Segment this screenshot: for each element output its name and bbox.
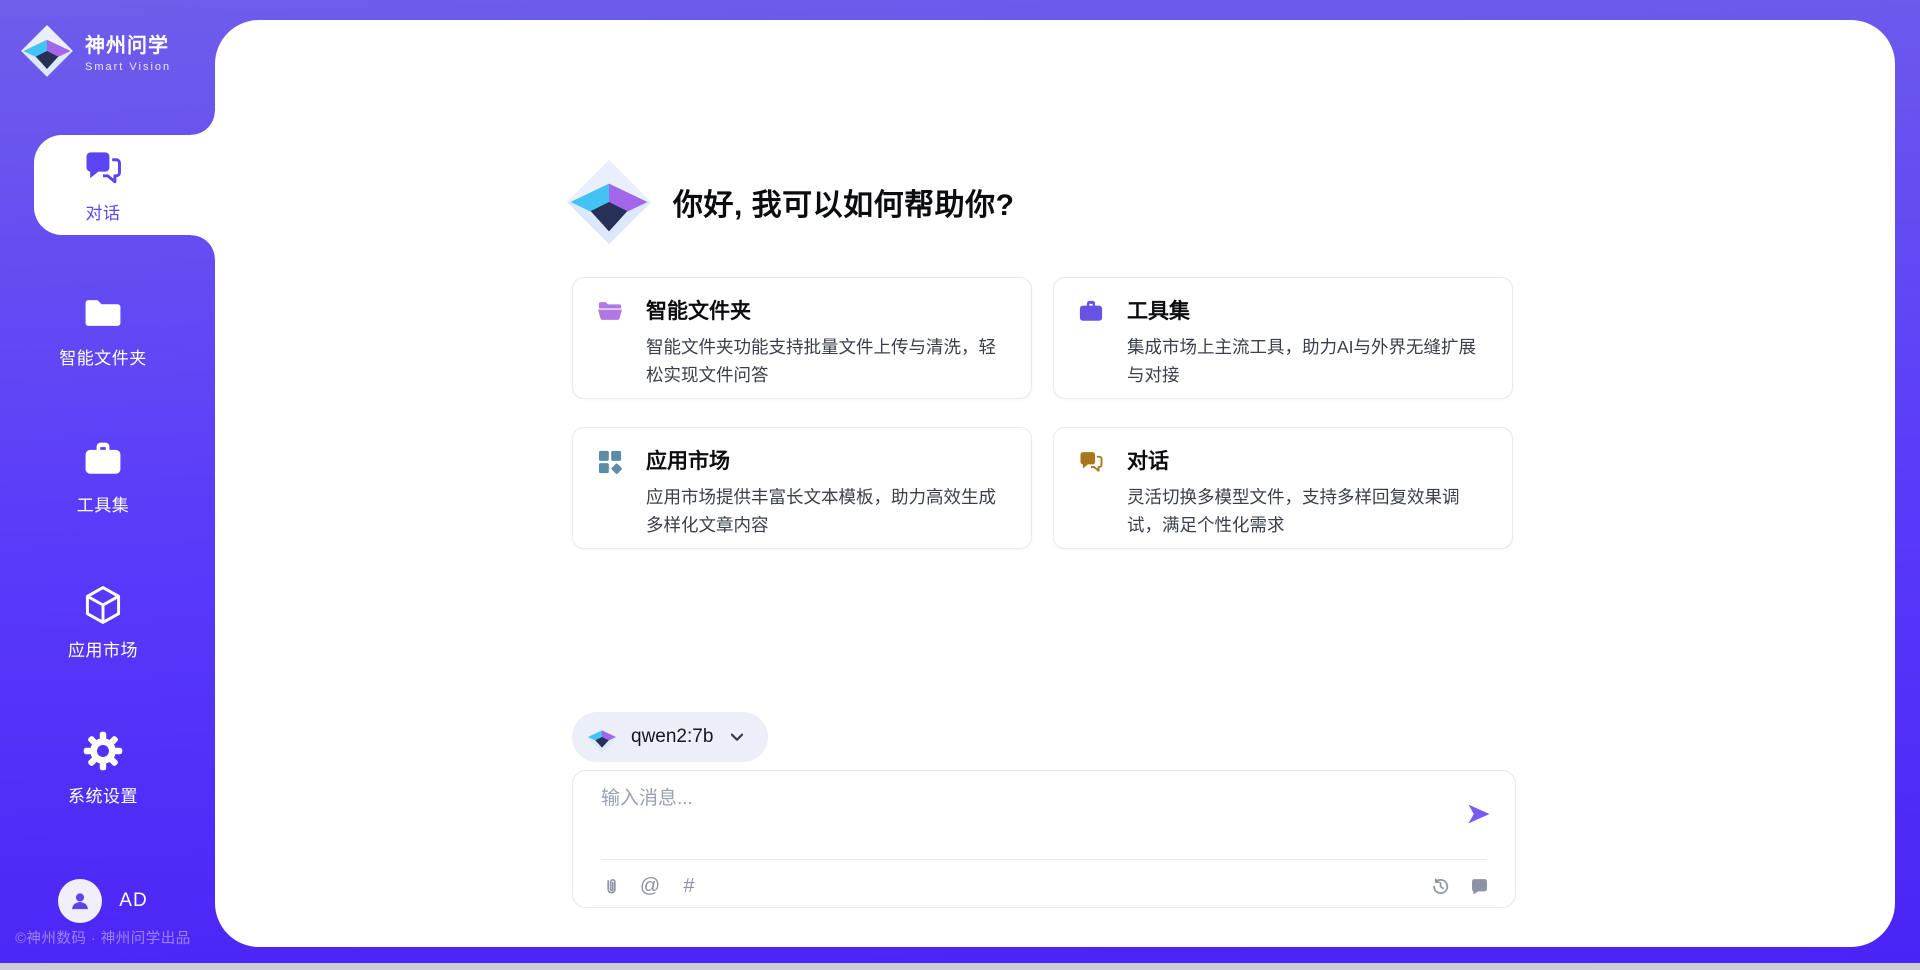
user-profile[interactable]: AD — [0, 879, 206, 923]
sidebar-item-app-market[interactable]: 应用市场 — [0, 583, 206, 661]
gear-icon — [81, 729, 125, 773]
sidebar-item-chat[interactable]: 对话 — [0, 146, 206, 224]
chat-icon — [1077, 448, 1105, 476]
feature-cards: 智能文件夹 智能文件夹功能支持批量文件上传与清洗，轻松实现文件问答 工具集 集成… — [572, 277, 1516, 549]
card-description: 应用市场提供丰富长文本模板，助力高效生成多样化文章内容 — [646, 483, 1005, 539]
at-icon: @ — [640, 876, 660, 896]
message-bubble-icon — [1469, 876, 1490, 897]
card-title: 应用市场 — [646, 445, 1005, 475]
hash-icon: # — [683, 876, 694, 896]
brand-logo-icon — [20, 24, 74, 78]
composer-divider — [601, 859, 1487, 860]
tag-button[interactable]: # — [677, 874, 701, 898]
brand-text: 神州问学 Smart Vision — [85, 29, 171, 73]
sidebar: 神州问学 Smart Vision 对话 智能文件夹 工具集 应用市场 系统设置 — [0, 0, 215, 970]
card-smart-folder[interactable]: 智能文件夹 智能文件夹功能支持批量文件上传与清洗，轻松实现文件问答 — [572, 277, 1032, 399]
card-body: 应用市场 应用市场提供丰富长文本模板，助力高效生成多样化文章内容 — [646, 445, 1005, 548]
greeting: 你好, 我可以如何帮助你? — [565, 158, 1015, 246]
sidebar-item-label: 工具集 — [77, 491, 130, 516]
assistant-logo-icon — [565, 158, 653, 246]
card-description: 集成市场上主流工具，助力AI与外界无缝扩展与对接 — [1127, 333, 1486, 389]
greeting-text: 你好, 我可以如何帮助你? — [673, 180, 1015, 224]
toolbox-icon — [1077, 298, 1105, 326]
sidebar-item-label: 对话 — [86, 199, 121, 224]
card-toolset[interactable]: 工具集 集成市场上主流工具，助力AI与外界无缝扩展与对接 — [1053, 277, 1513, 399]
send-button[interactable] — [1463, 799, 1495, 831]
bottom-strip — [0, 963, 1920, 970]
toolbox-icon — [81, 438, 125, 482]
avatar — [58, 879, 102, 923]
composer: @ # — [572, 770, 1516, 908]
card-description: 灵活切换多模型文件，支持多样回复效果调试，满足个性化需求 — [1127, 483, 1486, 539]
app-root: 神州问学 Smart Vision 对话 智能文件夹 工具集 应用市场 系统设置 — [0, 0, 1920, 970]
app-grid-icon — [596, 448, 624, 476]
card-title: 工具集 — [1127, 295, 1486, 325]
folder-icon — [81, 291, 125, 335]
message-input[interactable] — [601, 788, 1451, 810]
nav-scoop-top — [191, 111, 215, 135]
send-icon — [1465, 800, 1493, 828]
main-panel: 你好, 我可以如何帮助你? 智能文件夹 智能文件夹功能支持批量文件上传与清洗，轻… — [215, 20, 1895, 947]
card-chat[interactable]: 对话 灵活切换多模型文件，支持多样回复效果调试，满足个性化需求 — [1053, 427, 1513, 549]
model-name: qwen2:7b — [631, 726, 713, 748]
chevron-down-icon — [726, 726, 748, 748]
card-title: 智能文件夹 — [646, 295, 1005, 325]
model-logo-icon — [586, 721, 618, 753]
card-description: 智能文件夹功能支持批量文件上传与清洗，轻松实现文件问答 — [646, 333, 1005, 389]
sidebar-item-settings[interactable]: 系统设置 — [0, 729, 206, 807]
mention-button[interactable]: @ — [638, 874, 662, 898]
paperclip-icon — [601, 876, 622, 897]
model-selector[interactable]: qwen2:7b — [572, 712, 768, 762]
history-icon — [1430, 876, 1451, 897]
history-button[interactable] — [1428, 874, 1452, 898]
brand: 神州问学 Smart Vision — [20, 24, 171, 78]
card-title: 对话 — [1127, 445, 1486, 475]
chat-icon — [81, 146, 125, 190]
sidebar-item-label: 系统设置 — [68, 782, 138, 807]
sidebar-item-label: 应用市场 — [68, 636, 138, 661]
card-body: 智能文件夹 智能文件夹功能支持批量文件上传与清洗，轻松实现文件问答 — [646, 295, 1005, 398]
sidebar-item-toolset[interactable]: 工具集 — [0, 438, 206, 516]
folder-open-icon — [596, 298, 624, 326]
cube-icon — [81, 583, 125, 627]
sidebar-item-smart-folder[interactable]: 智能文件夹 — [0, 291, 206, 369]
sidebar-item-label: 智能文件夹 — [59, 344, 147, 369]
user-name: AD — [119, 890, 147, 912]
card-app-market[interactable]: 应用市场 应用市场提供丰富长文本模板，助力高效生成多样化文章内容 — [572, 427, 1032, 549]
person-icon — [67, 888, 93, 914]
brand-name: 神州问学 — [85, 29, 171, 58]
card-body: 工具集 集成市场上主流工具，助力AI与外界无缝扩展与对接 — [1127, 295, 1486, 398]
attach-button[interactable] — [599, 874, 623, 898]
composer-toolbar: @ # — [599, 870, 1491, 902]
feedback-button[interactable] — [1467, 874, 1491, 898]
brand-subtitle: Smart Vision — [85, 61, 171, 73]
sidebar-footer: ©神州数码 · 神州问学出品 — [0, 927, 206, 948]
card-body: 对话 灵活切换多模型文件，支持多样回复效果调试，满足个性化需求 — [1127, 445, 1486, 548]
nav-scoop-bottom — [191, 235, 215, 259]
